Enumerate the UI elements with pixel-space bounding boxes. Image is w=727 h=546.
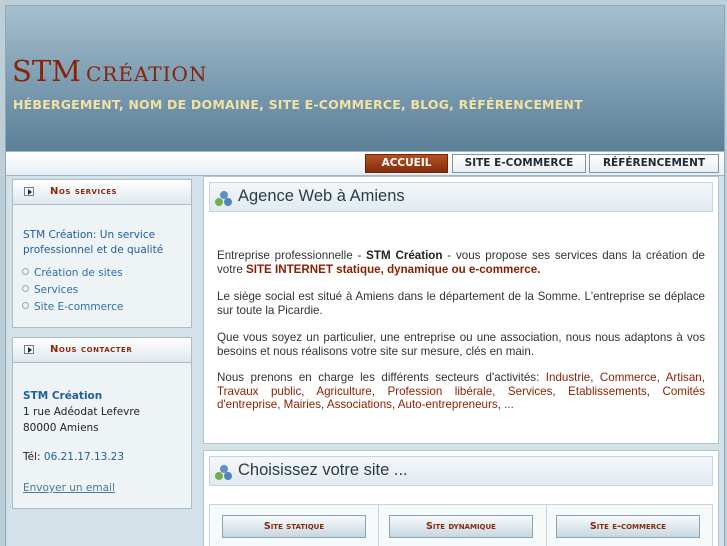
services-box: Nos services STM Création: Un service pr…	[12, 179, 192, 328]
site-tagline: HÉBERGEMENT, NOM DE DOMAINE, SITE E-COMM…	[13, 97, 583, 112]
intro-text: Entreprise professionnelle -	[217, 249, 367, 262]
arrow-right-icon	[24, 345, 34, 354]
arrow-right-icon	[24, 187, 34, 196]
sectors-paragraph: Nous prenons en charge les différents se…	[217, 371, 705, 411]
main-content-box: Agence Web à Amiens Entreprise professio…	[203, 176, 719, 444]
choose-site-box: Choisissez votre site ... Site statique …	[203, 450, 719, 546]
site-statique-button[interactable]: Site statique	[222, 515, 366, 538]
main-title: Agence Web à Amiens	[238, 187, 405, 205]
sector-item: Industrie	[545, 371, 591, 384]
site-cards: Site statique Site dynamique Site e-comm…	[209, 504, 713, 546]
main-content-header: Agence Web à Amiens	[209, 182, 713, 212]
sector-item: Services	[507, 384, 553, 398]
contact-box-header: Nous contacter	[13, 338, 191, 363]
sector-item: Artisan	[665, 371, 702, 384]
email-link[interactable]: Envoyer un email	[23, 480, 140, 496]
intro-paragraph: Entreprise professionnelle - STM Créatio…	[217, 249, 705, 276]
choose-site-title: Choisissez votre site ...	[238, 461, 408, 479]
contact-title: Nous contacter	[50, 344, 133, 355]
contact-address-line2: 80000 Amiens	[23, 422, 99, 434]
sector-item: Commerce	[599, 371, 657, 384]
bullet-icon	[22, 302, 29, 309]
nav-tab-referencement[interactable]: RÉFÉRENCEMENT	[589, 154, 719, 173]
nav-tab-site-ecommerce[interactable]: SITE E-COMMERCE	[452, 154, 586, 173]
contact-details: STM Création 1 rue Adéodat Lefevre 80000…	[23, 388, 140, 496]
services-link-ecommerce[interactable]: Site E-commerce	[22, 301, 123, 318]
services-list: Création de sites Services Site E-commer…	[22, 267, 123, 318]
site-dynamique-button[interactable]: Site dynamique	[389, 515, 533, 538]
bullet-icon	[22, 268, 29, 275]
choose-site-header: Choisissez votre site ...	[209, 456, 713, 486]
sector-item: Etablissements	[568, 384, 647, 398]
users-icon	[215, 191, 233, 207]
sector-ellipsis: ...	[504, 398, 514, 411]
link-label: Création de sites	[34, 267, 123, 279]
main-navigation: ACCUEIL SITE E-COMMERCE RÉFÉRENCEMENT	[6, 151, 724, 176]
contact-company: STM Création	[23, 390, 103, 402]
sector-item: Profession libérale	[387, 384, 493, 398]
link-label: Site E-commerce	[34, 301, 124, 313]
contact-address-line1: 1 rue Adéodat Lefevre	[23, 406, 140, 418]
company-name: STM Création	[366, 249, 443, 262]
sector-item: Agriculture	[316, 384, 372, 398]
phone-link[interactable]: 06.21.17.13.23	[44, 451, 124, 463]
sectors-intro: Nous prenons en charge les différents se…	[217, 371, 546, 384]
card-divider	[378, 505, 379, 546]
sector-item: Auto-entrepreneurs	[397, 398, 498, 411]
card-divider	[546, 505, 547, 546]
adapt-paragraph: Que vous soyez un particulier, une entre…	[217, 331, 705, 358]
site-logo-title[interactable]: STM CRÉATION	[12, 54, 207, 88]
services-intro: STM Création: Un service professionnel e…	[23, 229, 164, 256]
services-link-creation[interactable]: Création de sites	[22, 267, 123, 284]
link-label: Services	[34, 284, 79, 296]
sector-item: Mairies	[283, 398, 322, 411]
sector-item: Travaux public	[217, 384, 302, 398]
location-paragraph: Le siège social est situé à Amiens dans …	[217, 290, 705, 317]
site-header: STM CRÉATION HÉBERGEMENT, NOM DE DOMAINE…	[6, 6, 724, 151]
services-link-services[interactable]: Services	[22, 284, 123, 301]
highlight-text: SITE INTERNET statique, dynamique ou e-c…	[246, 262, 541, 276]
contact-phone-row: Tél: 06.21.17.13.23	[23, 449, 140, 465]
contact-box: Nous contacter STM Création 1 rue Adéoda…	[12, 337, 192, 509]
nav-tab-accueil[interactable]: ACCUEIL	[365, 154, 448, 173]
site-ecommerce-button[interactable]: Site e-commerce	[556, 515, 700, 538]
users-icon	[215, 465, 233, 481]
services-box-header: Nos services	[13, 180, 191, 205]
site-title-sub: CRÉATION	[86, 62, 208, 86]
phone-label: Tél:	[23, 451, 41, 463]
page-frame: STM CRÉATION HÉBERGEMENT, NOM DE DOMAINE…	[5, 5, 725, 546]
site-title-main: STM	[12, 54, 81, 88]
sector-item: Associations	[326, 398, 392, 411]
bullet-icon	[22, 285, 29, 292]
services-title: Nos services	[50, 186, 118, 197]
